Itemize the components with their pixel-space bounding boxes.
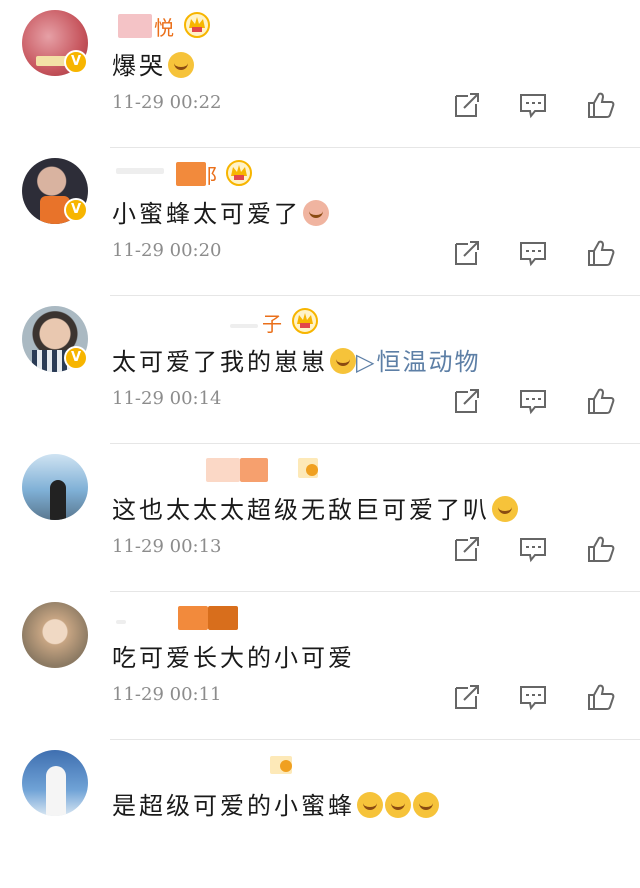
- verified-badge-icon: V: [64, 50, 88, 74]
- crown-badge-icon: [226, 160, 252, 186]
- share-icon[interactable]: [452, 534, 482, 564]
- pleading-emoji-icon: [385, 792, 411, 818]
- comment-text-content: 小蜜蜂太可爱了: [112, 200, 301, 228]
- comment-icon[interactable]: [518, 386, 548, 416]
- avatar[interactable]: [22, 602, 88, 668]
- pig-blush-emoji-icon: [303, 200, 329, 226]
- share-icon[interactable]: [452, 90, 482, 120]
- share-icon[interactable]: [452, 238, 482, 268]
- thumbs-up-icon[interactable]: [586, 386, 616, 416]
- timestamp: 11-29 00:20: [112, 240, 222, 261]
- timestamp: 11-29 00:13: [112, 536, 222, 557]
- pleading-emoji-icon: [413, 792, 439, 818]
- comment-text: 小蜜蜂太可爱了: [112, 194, 329, 229]
- crown-badge-icon: [292, 308, 318, 334]
- comment-text-content: 太可爱了我的崽崽: [112, 348, 328, 376]
- comment-icon[interactable]: [518, 534, 548, 564]
- loudly-crying-emoji-icon: [168, 52, 194, 78]
- comment-text: 爆哭: [112, 46, 194, 81]
- timestamp: 11-29 00:11: [112, 684, 222, 705]
- pleading-emoji-icon: [357, 792, 383, 818]
- comment-icon[interactable]: [518, 238, 548, 268]
- thumbs-up-icon[interactable]: [586, 90, 616, 120]
- comment-item: 吃可爱长大的小可爱 11-29 00:11: [0, 592, 640, 740]
- comment-feed: V 悦 爆哭 11-29 00:22 V 阝 小蜜蜂太可爱了 11-29 00:…: [0, 0, 640, 844]
- member-badge-icon: [270, 756, 292, 774]
- avatar[interactable]: [22, 750, 88, 816]
- crown-badge-icon: [184, 12, 210, 38]
- thumbs-up-icon[interactable]: [586, 238, 616, 268]
- username-suffix: 悦: [154, 16, 174, 40]
- comment-text: 是超级可爱的小蜜蜂: [112, 786, 439, 821]
- timestamp: 11-29 00:14: [112, 388, 222, 409]
- thumbs-up-icon[interactable]: [586, 534, 616, 564]
- comment-text-content: 这也太太太超级无敌巨可爱了叭: [112, 496, 490, 524]
- comment-text: 太可爱了我的崽崽 ▷恒温动物: [112, 342, 480, 377]
- comment-text: 吃可爱长大的小可爱: [112, 638, 355, 673]
- comment-item: V 悦 爆哭 11-29 00:22: [0, 0, 640, 148]
- comment-icon[interactable]: [518, 682, 548, 712]
- thumbs-up-icon[interactable]: [586, 682, 616, 712]
- username-suffix: 阝: [206, 164, 226, 188]
- verified-badge-icon: V: [64, 346, 88, 370]
- comment-text-content: 是超级可爱的小蜜蜂: [112, 792, 355, 820]
- timestamp: 11-29 00:22: [112, 92, 222, 113]
- share-icon[interactable]: [452, 682, 482, 712]
- topic-link[interactable]: ▷恒温动物: [356, 348, 480, 376]
- surprised-emoji-icon: [492, 496, 518, 522]
- verified-badge-icon: V: [64, 198, 88, 222]
- comment-item: 是超级可爱的小蜜蜂: [0, 740, 640, 888]
- member-badge-icon: [298, 458, 318, 478]
- comment-item: 这也太太太超级无敌巨可爱了叭 11-29 00:13: [0, 444, 640, 592]
- avatar[interactable]: [22, 454, 88, 520]
- username-suffix: 子: [262, 312, 282, 336]
- comment-text-content: 吃可爱长大的小可爱: [112, 644, 355, 672]
- crying-emoji-icon: [330, 348, 356, 374]
- comment-item: V 阝 小蜜蜂太可爱了 11-29 00:20: [0, 148, 640, 296]
- comment-text: 这也太太太超级无敌巨可爱了叭: [112, 490, 518, 525]
- comment-icon[interactable]: [518, 90, 548, 120]
- share-icon[interactable]: [452, 386, 482, 416]
- comment-text-content: 爆哭: [112, 52, 166, 80]
- comment-item: V 子 太可爱了我的崽崽 ▷恒温动物 11-29 00:14: [0, 296, 640, 444]
